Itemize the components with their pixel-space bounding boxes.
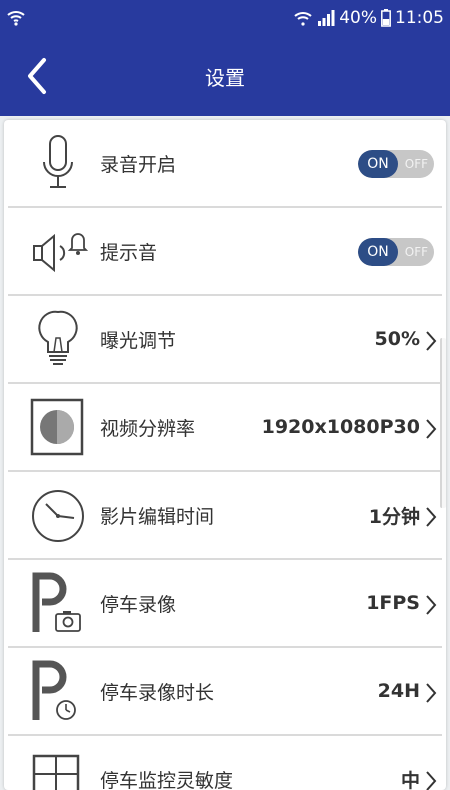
- settings-list: 录音开启 ON OFF 提示音 ON OFF 曝光调节 50%: [4, 120, 446, 790]
- setting-row-clip-time[interactable]: 影片编辑时间 1分钟: [8, 472, 442, 560]
- setting-label: 曝光调节: [100, 326, 176, 353]
- setting-value: 1FPS: [366, 592, 420, 614]
- setting-label: 停车监控灵敏度: [100, 766, 233, 790]
- chevron-right-icon: [424, 418, 438, 440]
- toggle-off-label: OFF: [405, 150, 428, 178]
- setting-value: 中: [401, 766, 420, 790]
- parking-timer-icon: [28, 660, 88, 724]
- page-title: 设置: [0, 62, 450, 91]
- setting-label: 录音开启: [100, 150, 176, 177]
- speaker-bell-icon: [28, 220, 88, 284]
- chevron-right-icon: [424, 770, 438, 790]
- status-right: 40% 11:05: [293, 6, 444, 30]
- setting-row-parking-duration[interactable]: 停车录像时长 24H: [8, 648, 442, 736]
- setting-value: 50%: [375, 328, 420, 350]
- status-bar: 40% 11:05: [0, 0, 450, 36]
- microphone-icon: [28, 132, 88, 196]
- setting-row-exposure[interactable]: 曝光调节 50%: [8, 296, 442, 384]
- chevron-right-icon: [424, 682, 438, 704]
- toggle-on-label: ON: [358, 150, 398, 178]
- prompt-sound-toggle[interactable]: ON OFF: [358, 238, 434, 266]
- setting-row-prompt-sound[interactable]: 提示音 ON OFF: [8, 208, 442, 296]
- clock-time: 11:05: [395, 8, 444, 28]
- wifi-signal-icon: [293, 9, 313, 27]
- setting-label: 停车录像: [100, 590, 176, 617]
- setting-value: 1分钟: [369, 502, 420, 529]
- scroll-indicator[interactable]: [440, 338, 446, 508]
- setting-row-parking-sensitivity[interactable]: 停车监控灵敏度 中: [8, 736, 442, 790]
- chevron-right-icon: [424, 594, 438, 616]
- parking-monitor-icon: [28, 748, 88, 790]
- setting-label: 影片编辑时间: [100, 502, 214, 529]
- setting-value: 24H: [378, 680, 420, 702]
- resolution-icon: [28, 396, 88, 460]
- clock-icon: [28, 484, 88, 548]
- parking-camera-icon: [28, 572, 88, 636]
- setting-row-parking-record[interactable]: 停车录像 1FPS: [8, 560, 442, 648]
- setting-label: 提示音: [100, 238, 157, 265]
- setting-label: 停车录像时长: [100, 678, 214, 705]
- setting-row-recording[interactable]: 录音开启 ON OFF: [8, 120, 442, 208]
- battery-percent: 40%: [339, 8, 377, 28]
- battery-icon: [381, 9, 391, 27]
- toggle-off-label: OFF: [405, 238, 428, 266]
- wifi-icon: [6, 8, 26, 26]
- chevron-right-icon: [424, 330, 438, 352]
- cell-signal-icon: [317, 9, 335, 27]
- toggle-on-label: ON: [358, 238, 398, 266]
- chevron-right-icon: [424, 506, 438, 528]
- recording-toggle[interactable]: ON OFF: [358, 150, 434, 178]
- setting-label: 视频分辨率: [100, 414, 195, 441]
- setting-row-video-resolution[interactable]: 视频分辨率 1920x1080P30: [8, 384, 442, 472]
- setting-value: 1920x1080P30: [262, 416, 420, 438]
- app-bar: 设置: [0, 36, 450, 116]
- light-bulb-icon: [28, 308, 88, 372]
